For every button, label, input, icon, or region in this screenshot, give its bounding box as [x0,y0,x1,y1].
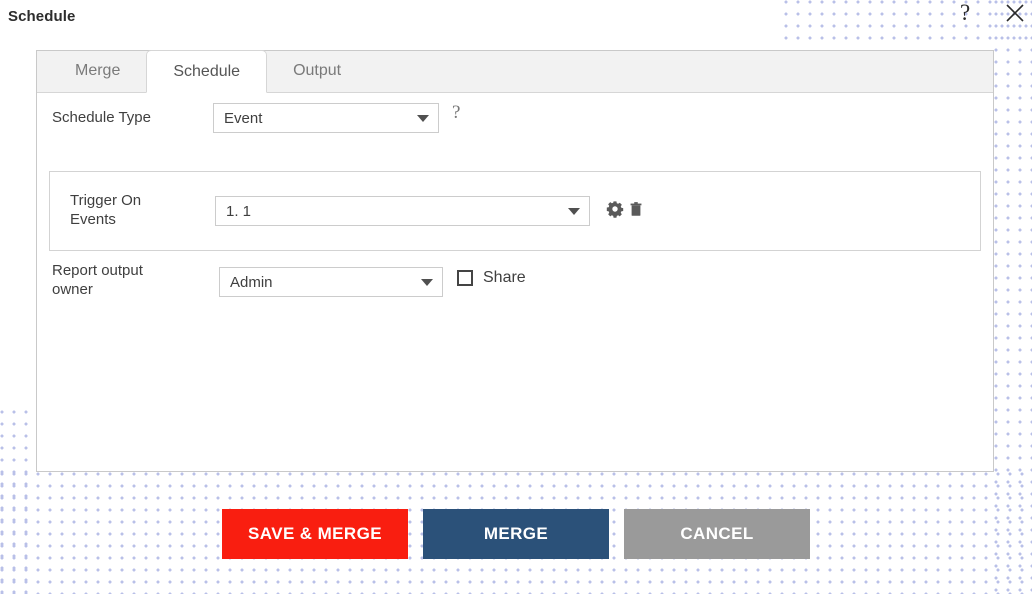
chevron-down-icon [568,208,580,215]
help-icon[interactable]: ? [960,1,970,24]
report-output-owner-value: Admin [230,273,273,291]
schedule-type-help-icon[interactable]: ? [452,102,460,124]
trigger-on-events-value: 1. 1 [226,202,252,220]
settings-gear-icon[interactable] [606,200,624,218]
page-title: Schedule [8,8,76,25]
share-checkbox[interactable] [457,270,473,286]
chevron-down-icon [417,115,429,122]
merge-button[interactable]: MERGE [423,509,609,559]
trigger-action-icons [606,200,646,218]
save-and-merge-button[interactable]: SAVE & MERGE [222,509,408,559]
report-output-owner-label-line2: owner [52,281,93,298]
chevron-down-icon [421,279,433,286]
schedule-type-label: Schedule Type [52,109,151,126]
tab-output[interactable]: Output [267,50,367,92]
share-checkbox-row[interactable]: Share [457,269,526,287]
tab-strip: Merge Schedule Output [37,50,993,93]
background-dot-pattern-right [994,0,1032,594]
schedule-type-value: Event [224,109,263,127]
trigger-on-events-label-line2: Events [70,211,116,228]
background-dot-pattern-top-right [784,0,1032,48]
report-output-owner-label: Report output owner [52,261,202,299]
trigger-on-events-label-line1: Trigger On [70,192,142,209]
delete-trash-icon[interactable] [628,200,646,218]
schedule-tab-panel: Schedule Type Event ? Trigger On Events … [37,93,993,472]
trigger-on-events-label: Trigger On Events [70,191,190,229]
footer-button-bar: SAVE & MERGE MERGE CANCEL [0,509,1032,559]
cancel-button[interactable]: CANCEL [624,509,810,559]
tab-schedule[interactable]: Schedule [146,50,268,93]
schedule-type-select[interactable]: Event [213,103,439,133]
report-output-owner-label-line1: Report output [52,262,143,279]
schedule-dialog-panel: Merge Schedule Output Schedule Type Even… [36,50,994,472]
trigger-on-events-group: Trigger On Events 1. 1 [49,171,981,251]
report-output-owner-select[interactable]: Admin [219,267,443,297]
share-label: Share [483,269,526,286]
tab-merge[interactable]: Merge [49,50,146,92]
close-icon[interactable] [1004,2,1026,24]
background-dot-pattern-left [0,410,36,594]
trigger-on-events-select[interactable]: 1. 1 [215,196,590,226]
